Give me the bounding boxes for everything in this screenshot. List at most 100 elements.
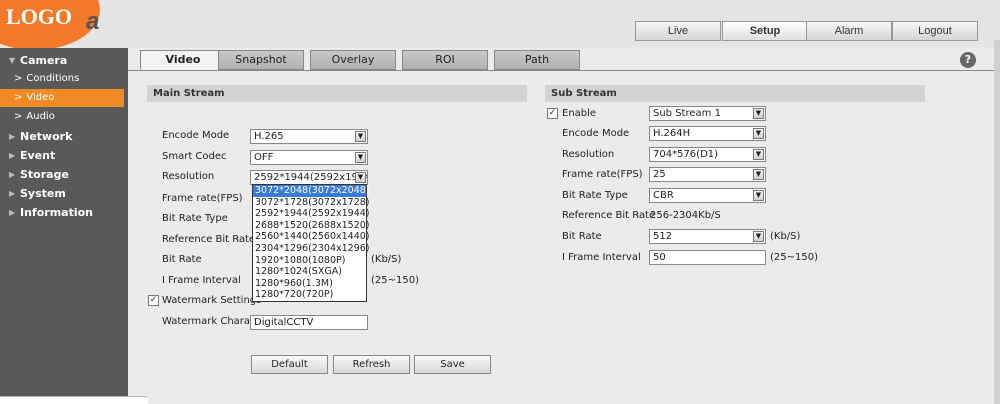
triangle-right-icon: ▶ <box>9 189 16 198</box>
tab-overlay[interactable]: Overlay <box>310 50 396 70</box>
select-value: 25 <box>653 169 666 180</box>
resolution-option[interactable]: 1280*720(720P) <box>253 289 366 301</box>
sub-bit-rate-type-select[interactable]: CBR ▼ <box>649 188 766 203</box>
select-value: H.264H <box>653 128 691 139</box>
watermark-character-input[interactable]: DigitalCCTV <box>250 315 368 330</box>
smart-codec-select[interactable]: OFF ▼ <box>250 150 368 165</box>
i-frame-range: (25~150) <box>371 275 419 286</box>
resolution-option[interactable]: 1280*960(1.3M) <box>253 278 366 290</box>
sidebar-item-label: Information <box>20 206 93 219</box>
select-value: Sub Stream 1 <box>653 108 721 119</box>
resolution-option[interactable]: 2688*1520(2688x1520) <box>253 220 370 232</box>
watermark-checkbox[interactable]: ✓ <box>148 295 159 306</box>
tab-snapshot[interactable]: Snapshot <box>218 50 304 70</box>
sub-i-frame-interval-label: I Frame Interval <box>562 252 641 263</box>
bit-rate-unit: (Kb/S) <box>371 254 402 265</box>
reference-bit-rate-label: Reference Bit Rate <box>162 234 256 245</box>
smart-codec-label: Smart Codec <box>162 151 227 162</box>
resolution-option[interactable]: 2560*1440(2560x1440) <box>253 231 370 243</box>
sidebar-item-network[interactable]: ▶ Network <box>0 128 124 146</box>
resolution-option[interactable]: 1280*1024(SXGA) <box>253 266 366 278</box>
sidebar-subitem-video[interactable]: > Video <box>0 89 124 107</box>
tab-path[interactable]: Path <box>494 50 580 70</box>
main-stream-header: Main Stream <box>147 85 527 102</box>
logo: LOGO <box>6 4 73 29</box>
save-button[interactable]: Save <box>414 355 491 374</box>
enable-checkbox[interactable]: ✓ <box>547 108 558 119</box>
sidebar-subitem-label: Audio <box>26 111 55 122</box>
dropdown-arrow-icon: ▼ <box>355 152 366 163</box>
resolution-option[interactable]: 1920*1080(1080P) <box>253 255 366 267</box>
chevron-right-icon: > <box>14 73 23 84</box>
nav-alarm-button[interactable]: Alarm <box>806 21 892 41</box>
refresh-button[interactable]: Refresh <box>333 355 410 374</box>
vertical-scrollbar[interactable] <box>994 40 1000 404</box>
sub-encode-mode-select[interactable]: H.264H ▼ <box>649 126 766 141</box>
i-frame-interval-label: I Frame Interval <box>162 275 241 286</box>
nav-live-button[interactable]: Live <box>635 21 721 41</box>
resolution-dropdown-list[interactable]: 3072*2048(3072x2048) 3072*1728(3072x1728… <box>252 184 370 302</box>
triangle-right-icon: ▶ <box>9 170 16 179</box>
enable-label: Enable <box>562 108 597 119</box>
select-value: 704*576(D1) <box>653 149 719 160</box>
nav-setup-button[interactable]: Setup <box>722 21 808 41</box>
dropdown-arrow-icon: ▼ <box>355 131 366 142</box>
sidebar-subitem-label: Conditions <box>26 73 80 84</box>
sidebar: ▼ Camera > Conditions > Video > Audio ▶ Net… <box>0 48 128 404</box>
resolution-option[interactable]: 2592*1944(2592x1944) <box>253 208 370 220</box>
sidebar-item-label: Storage <box>20 168 69 181</box>
triangle-right-icon: ▶ <box>9 208 16 217</box>
sidebar-item-storage[interactable]: ▶ Storage <box>0 166 124 184</box>
sub-bit-rate-unit: (Kb/S) <box>770 231 801 242</box>
sub-stream-select[interactable]: Sub Stream 1 ▼ <box>649 106 766 121</box>
dropdown-arrow-icon: ▼ <box>753 231 764 242</box>
tab-video[interactable]: Video <box>140 50 226 70</box>
resolution-option[interactable]: 3072*1728(3072x1728) <box>253 197 370 209</box>
sub-bit-rate-type-label: Bit Rate Type <box>562 190 628 201</box>
sub-i-frame-range: (25~150) <box>770 252 818 263</box>
sub-stream-header: Sub Stream <box>545 85 925 102</box>
bit-rate-type-label: Bit Rate Type <box>162 213 228 224</box>
sidebar-subitem-conditions[interactable]: > Conditions <box>0 70 124 88</box>
chevron-right-icon: > <box>14 111 23 122</box>
dropdown-arrow-icon: ▼ <box>753 108 764 119</box>
sub-bit-rate-select[interactable]: 512 ▼ <box>649 229 766 244</box>
default-button[interactable]: Default <box>251 355 328 374</box>
sidebar-item-system[interactable]: ▶ System <box>0 185 124 203</box>
select-value: 2592*1944(2592x1944) <box>254 172 368 183</box>
header-bar: LOGO a Live Setup Alarm Logout <box>0 0 1000 50</box>
sidebar-item-camera[interactable]: ▼ Camera <box>0 52 124 70</box>
resolution-option[interactable]: 2304*1296(2304x1296) <box>253 243 370 255</box>
dropdown-arrow-icon: ▼ <box>753 190 764 201</box>
watermark-settings-label: Watermark Settings <box>162 295 262 306</box>
triangle-right-icon: ▶ <box>9 132 16 141</box>
encode-mode-label: Encode Mode <box>162 130 230 141</box>
triangle-down-icon: ▼ <box>9 56 16 65</box>
tab-roi[interactable]: ROI <box>402 50 488 70</box>
resolution-option[interactable]: 3072*2048(3072x2048) <box>253 185 370 197</box>
sidebar-subitem-label: Video <box>26 92 55 103</box>
dropdown-arrow-icon: ▼ <box>753 169 764 180</box>
tab-divider <box>128 70 1000 71</box>
logo-suffix: a <box>86 8 100 35</box>
frame-rate-label: Frame rate(FPS) <box>162 193 243 204</box>
sidebar-subitem-audio[interactable]: > Audio <box>0 108 124 126</box>
dropdown-arrow-icon: ▼ <box>355 172 366 183</box>
nav-logout-button[interactable]: Logout <box>892 21 978 41</box>
sidebar-item-information[interactable]: ▶ Information <box>0 204 124 222</box>
select-value: OFF <box>254 152 274 163</box>
sub-i-frame-interval-input[interactable]: 50 <box>649 250 766 265</box>
sub-bit-rate-label: Bit Rate <box>562 231 602 242</box>
dropdown-arrow-icon: ▼ <box>753 128 764 139</box>
select-value: CBR <box>653 190 674 201</box>
sub-resolution-select[interactable]: 704*576(D1) ▼ <box>649 147 766 162</box>
sub-frame-rate-select[interactable]: 25 ▼ <box>649 167 766 182</box>
sidebar-item-event[interactable]: ▶ Event <box>0 147 124 165</box>
encode-mode-select[interactable]: H.265 ▼ <box>250 129 368 144</box>
resolution-label: Resolution <box>162 171 215 182</box>
sub-resolution-label: Resolution <box>562 149 615 160</box>
sub-reference-bit-rate-label: Reference Bit Rate <box>562 210 656 221</box>
question-icon[interactable]: ? <box>960 52 976 68</box>
sidebar-item-label: Network <box>20 130 73 143</box>
resolution-select[interactable]: 2592*1944(2592x1944) ▼ <box>250 170 368 185</box>
